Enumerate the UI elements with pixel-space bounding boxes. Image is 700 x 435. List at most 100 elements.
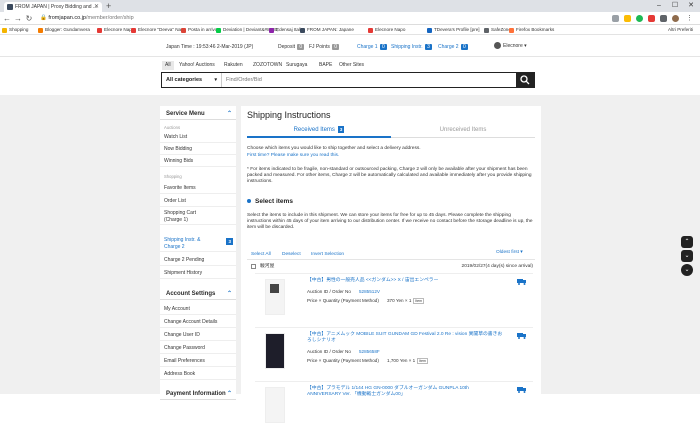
- tab-unreceived-items[interactable]: Unreceived Items: [391, 124, 535, 138]
- sidebar-item-address-book[interactable]: Address Book: [160, 369, 236, 380]
- bookmark-item[interactable]: Edensaj Italia: [269, 25, 304, 35]
- list-item[interactable]: 【中古】男性の一般売人品 <<ガンダム>> X / 宙出エンペラー Auctio…: [255, 273, 533, 327]
- select-all-link[interactable]: Select All: [251, 252, 271, 257]
- forward-icon[interactable]: →: [13, 12, 23, 25]
- item-title-link[interactable]: 【中古】アニメムック MOBILE SUIT GUNDAM GD Festiva…: [307, 332, 503, 344]
- site-tab[interactable]: All: [162, 61, 174, 70]
- bookmark-star-icon[interactable]: [624, 15, 631, 22]
- charge1-link[interactable]: Charge 1 0: [357, 44, 387, 50]
- first-time-link[interactable]: First time? Please make sure you read th…: [247, 153, 339, 158]
- bookmark-item[interactable]: Posta in arrivo: [181, 25, 217, 35]
- sidebar-item-shipment-history[interactable]: Shipment History: [160, 268, 236, 279]
- bookmark-label: Posta in arrivo: [188, 27, 218, 32]
- charge2-value: 0: [460, 44, 468, 50]
- deselect-link[interactable]: Deselect: [282, 252, 301, 257]
- sidebar-item-favorite-items[interactable]: Favorite Items: [160, 183, 236, 194]
- search-button[interactable]: [516, 73, 534, 87]
- sidebar-item-change-password[interactable]: Change Password: [160, 343, 236, 354]
- store-name: 駿河屋: [260, 264, 275, 269]
- bookmark-favicon-icon: [368, 28, 373, 33]
- sidebar-item-charge2-pending[interactable]: Charge 2 Pending: [160, 255, 236, 266]
- url-field[interactable]: 🔒 fromjapan.co.jp/member/order/ship: [40, 14, 600, 23]
- bookmark-item[interactable]: Blogger: Gundamvera: [38, 25, 90, 35]
- back-icon[interactable]: ←: [2, 12, 12, 25]
- sidebar-item-shipping-instr[interactable]: Shipping Instr. & Charge 2 3: [160, 236, 236, 252]
- bookmark-label: Elecnore Napo: [375, 27, 406, 32]
- site-favicon-icon: [7, 4, 13, 10]
- site-tab[interactable]: ZOZOTOWN: [250, 61, 285, 70]
- site-tab[interactable]: Surugaya: [283, 61, 310, 70]
- bookmark-item[interactable]: Elecnore Napo: [368, 25, 405, 35]
- category-select[interactable]: All categories ▾: [162, 73, 222, 87]
- new-tab-icon[interactable]: +: [106, 0, 111, 12]
- sidebar-item-my-account[interactable]: My Account: [160, 304, 236, 315]
- payment-information-header[interactable]: Payment Information ⌃: [160, 388, 236, 400]
- browser-tab[interactable]: FROM JAPAN | Proxy Bidding and ... ✕: [4, 2, 102, 12]
- maximize-icon[interactable]: ☐: [668, 0, 682, 12]
- fj-points-link[interactable]: FJ Points 0: [309, 44, 340, 50]
- bookmark-item[interactable]: FROM JAPAN: Japane: [300, 25, 354, 35]
- search-input[interactable]: [226, 75, 506, 85]
- chat-help-icon[interactable]: ⌄: [681, 264, 693, 276]
- sidebar-item-change-user-id[interactable]: Change User ID: [160, 330, 236, 341]
- deposit-link[interactable]: Deposit 0: [278, 44, 305, 50]
- item-title-link[interactable]: 【中古】男性の一般売人品 <<ガンダム>> X / 宙出エンペラー: [307, 278, 503, 284]
- scroll-bottom-icon[interactable]: ⌄: [681, 250, 693, 262]
- price-label: Price × Quantity (Payment Method): [307, 298, 379, 303]
- item-thumbnail[interactable]: [265, 333, 285, 369]
- sort-select[interactable]: Oldest first ▾: [496, 250, 523, 255]
- reload-icon[interactable]: ↻: [24, 12, 34, 25]
- item-thumbnail[interactable]: [265, 279, 285, 315]
- close-window-icon[interactable]: ✕: [684, 0, 698, 12]
- bookmark-item[interactable]: Shopping: [2, 25, 28, 35]
- price-label: Price × Quantity (Payment Method): [307, 358, 379, 363]
- sidebar: Service Menu ⌃ Auctions Watch List Now Bi…: [160, 106, 236, 400]
- group-checkbox[interactable]: [251, 264, 256, 269]
- search-icon: [520, 75, 530, 85]
- translate-icon[interactable]: [612, 15, 619, 22]
- bookmark-item[interactable]: SafeZone: [484, 25, 511, 35]
- extension-gray-icon[interactable]: [660, 15, 667, 22]
- sidebar-item-winning-bids[interactable]: Winning Bids: [160, 156, 236, 167]
- site-tab[interactable]: Rakuten: [221, 61, 246, 70]
- auction-id-value[interactable]: 5285658F: [359, 349, 380, 354]
- account-settings-header[interactable]: Account Settings ⌃: [160, 288, 236, 300]
- charge2-link[interactable]: Charge 2 0: [438, 44, 468, 50]
- list-item[interactable]: 【中古】プラモデル 1/144 HG GN-0000 ダブルオーガンダム GUN…: [255, 381, 533, 435]
- item-title-link[interactable]: 【中古】プラモデル 1/144 HG GN-0000 ダブルオーガンダム GUN…: [307, 386, 503, 398]
- site-tab[interactable]: BAPE: [316, 61, 335, 70]
- bookmark-item[interactable]: TDevera's Profile [pre]: [427, 25, 480, 35]
- list-item[interactable]: 【中古】アニメムック MOBILE SUIT GUNDAM GD Festiva…: [255, 327, 533, 381]
- bookmark-favicon-icon: [181, 28, 186, 33]
- other-bookmarks[interactable]: Altri Preferiti: [661, 25, 693, 35]
- invert-selection-link[interactable]: Invert Selection: [311, 252, 344, 257]
- sidebar-item-email-preferences[interactable]: Email Preferences: [160, 356, 236, 367]
- shipping-instr-label: Shipping Instr.: [391, 44, 423, 50]
- sidebar-item-watch-list[interactable]: Watch List: [160, 132, 236, 143]
- sidebar-item-order-list[interactable]: Order List: [160, 196, 236, 207]
- scroll-top-icon[interactable]: ⌃: [681, 236, 693, 248]
- chevron-down-icon: ▾: [214, 77, 217, 83]
- close-tab-icon[interactable]: ✕: [94, 2, 99, 12]
- profile-avatar[interactable]: [672, 15, 679, 22]
- bookmark-item[interactable]: Firefox Bookmarks: [509, 25, 554, 35]
- service-menu-header[interactable]: Service Menu ⌃: [160, 108, 236, 120]
- price-row: Price × Quantity (Payment Method) 1,700 Y…: [307, 358, 428, 364]
- extension-icon[interactable]: [636, 15, 643, 22]
- tab-received-items[interactable]: Received Items 3: [247, 124, 391, 138]
- sidebar-item-change-account-details[interactable]: Change Account Details: [160, 317, 236, 328]
- menu-kebab-icon[interactable]: ⋮: [686, 15, 693, 22]
- minimize-icon[interactable]: –: [652, 0, 666, 12]
- auction-id-value[interactable]: 5285512V: [359, 289, 380, 294]
- item-thumbnail[interactable]: [265, 387, 285, 423]
- bookmark-item[interactable]: Elecnore Napo: [97, 25, 134, 35]
- user-menu[interactable]: Elecnore ▾: [494, 42, 527, 50]
- site-tab[interactable]: Yahoo! Auctions: [176, 61, 218, 70]
- bookmark-item[interactable]: Elecnore "Deeva" Nap: [131, 25, 184, 35]
- shipping-truck-icon: [517, 279, 526, 285]
- site-tab[interactable]: Other Sites: [336, 61, 367, 70]
- extension-red-icon[interactable]: [648, 15, 655, 22]
- shipping-instr-link[interactable]: Shipping Instr. 3: [391, 44, 432, 50]
- sidebar-item-shopping-cart[interactable]: Shopping Cart (Charge 1): [160, 209, 236, 225]
- sidebar-item-now-bidding[interactable]: Now Bidding: [160, 144, 236, 155]
